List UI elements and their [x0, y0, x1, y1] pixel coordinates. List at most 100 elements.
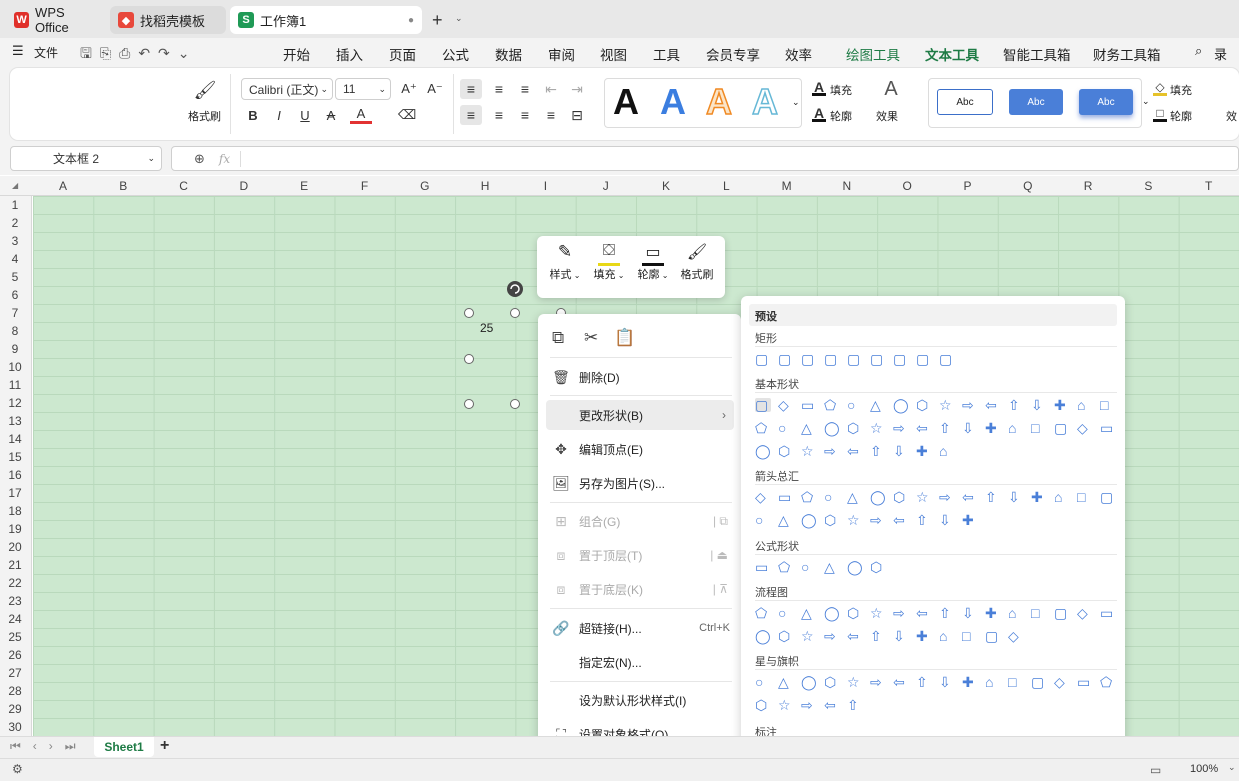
shape-option-icon[interactable]: ⇧: [939, 606, 955, 620]
wordart-style-blue[interactable]: A: [660, 81, 686, 123]
row-header-cell[interactable]: 22: [0, 576, 30, 590]
shape-option-icon[interactable]: ⇩: [962, 606, 978, 620]
row-header-cell[interactable]: 5: [0, 270, 30, 284]
shape-option-icon[interactable]: ☆: [847, 513, 863, 527]
row-header-cell[interactable]: 2: [0, 216, 30, 230]
wordart-style-orange[interactable]: A: [705, 80, 733, 123]
shape-option-icon[interactable]: ▢: [916, 352, 932, 366]
shape-outline-label[interactable]: 轮廓: [1170, 108, 1192, 124]
strikethrough-icon[interactable]: A: [322, 106, 340, 124]
shape-option-icon[interactable]: ⇦: [985, 398, 1001, 412]
shape-option-icon[interactable]: ⇨: [939, 490, 955, 504]
shape-outline-icon[interactable]: □: [1153, 106, 1167, 122]
align-right-icon[interactable]: ≡: [514, 105, 536, 125]
text-effect-icon[interactable]: A: [880, 78, 902, 100]
assign-macro-item[interactable]: 指定宏(N)...: [546, 647, 734, 677]
shape-option-icon[interactable]: △: [801, 421, 817, 435]
menu-tab-1[interactable]: 插入: [336, 44, 363, 64]
shape-option-icon[interactable]: ▢: [893, 352, 909, 366]
shape-option-icon[interactable]: ⬡: [755, 698, 771, 712]
menu-tab-0[interactable]: 开始: [283, 44, 310, 64]
shape-option-icon[interactable]: ◯: [847, 560, 863, 574]
shape-option-icon[interactable]: ▢: [755, 352, 771, 366]
chevron-down-icon[interactable]: ⌄: [1228, 762, 1236, 773]
shape-option-icon[interactable]: ⬠: [778, 560, 794, 574]
shape-option-icon[interactable]: ▭: [1100, 606, 1116, 620]
shape-option-icon[interactable]: ⬠: [801, 490, 817, 504]
shape-option-icon[interactable]: △: [778, 675, 794, 689]
shape-fill-icon[interactable]: ◇: [1153, 80, 1167, 96]
shrink-font-icon[interactable]: A⁻: [426, 80, 444, 98]
shape-option-icon[interactable]: ▢: [778, 352, 794, 366]
shape-option-icon[interactable]: ☆: [870, 606, 886, 620]
shape-option-icon[interactable]: ⇧: [916, 513, 932, 527]
menu-tab-11[interactable]: 文本工具: [925, 44, 979, 68]
font-size-select[interactable]: 11 ⌄: [335, 78, 391, 100]
format-painter-label[interactable]: 格式刷: [188, 108, 221, 124]
column-header-cell[interactable]: L: [696, 179, 756, 193]
shape-option-icon[interactable]: ⇦: [893, 513, 909, 527]
row-header-cell[interactable]: 3: [0, 234, 30, 248]
column-header-cell[interactable]: I: [515, 179, 575, 193]
unsaved-dot-icon[interactable]: ●: [408, 15, 414, 26]
cut-icon[interactable]: ✂: [584, 328, 598, 348]
shape-option-icon[interactable]: ✚: [962, 513, 978, 527]
shape-option-icon[interactable]: ⇨: [870, 513, 886, 527]
column-header-cell[interactable]: O: [877, 179, 937, 193]
chevron-down-icon[interactable]: ⌄: [1142, 96, 1150, 107]
shape-option-icon[interactable]: ⇧: [847, 698, 863, 712]
shape-option-icon[interactable]: ▢: [1054, 421, 1070, 435]
column-header-cell[interactable]: P: [938, 179, 998, 193]
row-header-cell[interactable]: 11: [0, 378, 30, 392]
shape-option-icon[interactable]: ▢: [1054, 606, 1070, 620]
row-header-cell[interactable]: 10: [0, 360, 30, 374]
column-header-cell[interactable]: J: [576, 179, 636, 193]
copy-icon[interactable]: ⧉: [552, 328, 564, 348]
shape-option-icon[interactable]: ⬡: [893, 490, 909, 504]
save-as-picture-item[interactable]: 🖼 另存为图片(S)...: [546, 468, 734, 498]
shape-option-icon[interactable]: ⬡: [824, 513, 840, 527]
shape-option-icon[interactable]: ⇧: [870, 444, 886, 458]
shape-effect-label[interactable]: 效: [1226, 108, 1237, 124]
bold-icon[interactable]: B: [244, 106, 262, 124]
search-icon[interactable]: ⌕: [1195, 43, 1202, 59]
shape-option-icon[interactable]: ⌂: [1054, 490, 1070, 504]
send-to-back-item[interactable]: ⧈ 置于底层(K) | ⊼: [546, 574, 734, 604]
column-header-cell[interactable]: B: [93, 179, 153, 193]
shape-option-icon[interactable]: ⇨: [824, 629, 840, 643]
column-header-cell[interactable]: K: [636, 179, 696, 193]
row-header-cell[interactable]: 21: [0, 558, 30, 572]
column-header-cell[interactable]: A: [33, 179, 93, 193]
column-header-cell[interactable]: M: [757, 179, 817, 193]
align-middle-icon[interactable]: ≡: [488, 79, 510, 99]
shape-option-icon[interactable]: ⇨: [893, 606, 909, 620]
shape-option-icon[interactable]: ✚: [962, 675, 978, 689]
menu-tab-13[interactable]: 财务工具箱: [1093, 44, 1161, 64]
column-header-cell[interactable]: E: [274, 179, 334, 193]
row-header-cell[interactable]: 8: [0, 324, 30, 338]
shape-option-icon[interactable]: ◇: [1054, 675, 1070, 689]
shape-option-icon[interactable]: ◯: [801, 675, 817, 689]
formula-input[interactable]: ⊕ fx: [171, 146, 1239, 171]
column-header-cell[interactable]: R: [1058, 179, 1118, 193]
shape-option-icon[interactable]: ◇: [1077, 421, 1093, 435]
chevron-down-icon[interactable]: ⌄: [792, 97, 800, 108]
shape-option-icon[interactable]: □: [962, 629, 978, 643]
chevron-down-icon[interactable]: ⌄: [455, 13, 463, 24]
distribute-icon[interactable]: ⊟: [566, 105, 588, 125]
grow-font-icon[interactable]: A⁺: [400, 80, 418, 98]
shape-option-icon[interactable]: ⇨: [801, 698, 817, 712]
set-default-style-item[interactable]: 设为默认形状样式(I): [546, 685, 734, 715]
outline-button[interactable]: ▭ 轮廓 ⌄: [631, 242, 675, 282]
shape-option-icon[interactable]: ⌂: [985, 675, 1001, 689]
shape-option-icon[interactable]: ☆: [801, 629, 817, 643]
shape-option-icon[interactable]: ▭: [755, 560, 771, 574]
shape-option-icon[interactable]: ◯: [755, 444, 771, 458]
shape-option-icon[interactable]: ◯: [824, 606, 840, 620]
row-header-cell[interactable]: 23: [0, 594, 30, 608]
shape-option-icon[interactable]: ○: [847, 398, 863, 412]
shape-option-icon[interactable]: ▢: [755, 398, 771, 412]
shape-option-icon[interactable]: □: [1077, 490, 1093, 504]
tab-workbook1[interactable]: S 工作簿1 ●: [230, 6, 422, 34]
shape-option-icon[interactable]: ⬡: [778, 629, 794, 643]
